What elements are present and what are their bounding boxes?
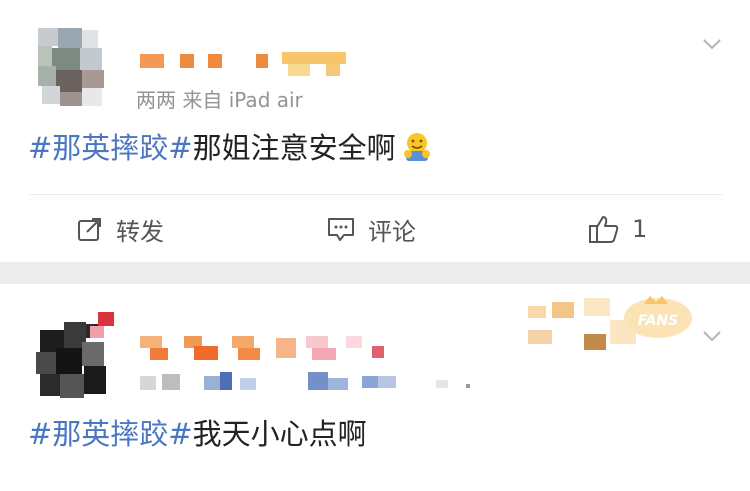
comment-icon: [328, 218, 354, 241]
avatar[interactable]: [30, 312, 122, 404]
post-text: 那姐注意安全啊: [192, 131, 396, 165]
chevron-down-icon[interactable]: [702, 34, 722, 54]
repost-button[interactable]: 转发: [76, 210, 164, 248]
username-blurred[interactable]: [140, 52, 360, 76]
comment-button[interactable]: 评论: [326, 210, 416, 248]
fans-badge-text: FANS: [638, 313, 678, 329]
post-meta-blurred: [140, 372, 480, 394]
post-text: 我天小心点啊: [192, 417, 367, 451]
post-content: #那英摔跤#那姐注意安全啊: [28, 130, 434, 167]
chevron-down-icon[interactable]: [702, 326, 722, 346]
post-content: #那英摔跤#我天小心点啊: [28, 416, 367, 452]
hashtag-link[interactable]: #那英摔跤#: [28, 131, 193, 165]
hugging-face-icon: [403, 133, 430, 161]
post-meta: 两两 来自 iPad air: [136, 88, 303, 112]
feed-separator: [0, 262, 750, 284]
divider: [30, 194, 722, 195]
fans-badge-icon: FANS: [624, 296, 692, 338]
like-button[interactable]: 1: [588, 210, 647, 248]
like-count: 1: [632, 215, 648, 243]
avatar[interactable]: [30, 22, 122, 114]
comment-label: 评论: [368, 217, 416, 246]
repost-icon: [78, 218, 101, 241]
hashtag-link[interactable]: #那英摔跤#: [28, 417, 193, 451]
username-blurred[interactable]: [140, 336, 400, 362]
repost-label: 转发: [116, 217, 164, 246]
weibo-post-1: 两两 来自 iPad air #那英摔跤#那姐注意安全啊 转发 评论 1: [0, 0, 750, 262]
weibo-post-2: FANS #那英摔跤#我天小心点啊: [0, 284, 750, 491]
thumbs-up-icon: [589, 216, 619, 243]
action-bar: 转发 评论 1: [0, 196, 750, 262]
